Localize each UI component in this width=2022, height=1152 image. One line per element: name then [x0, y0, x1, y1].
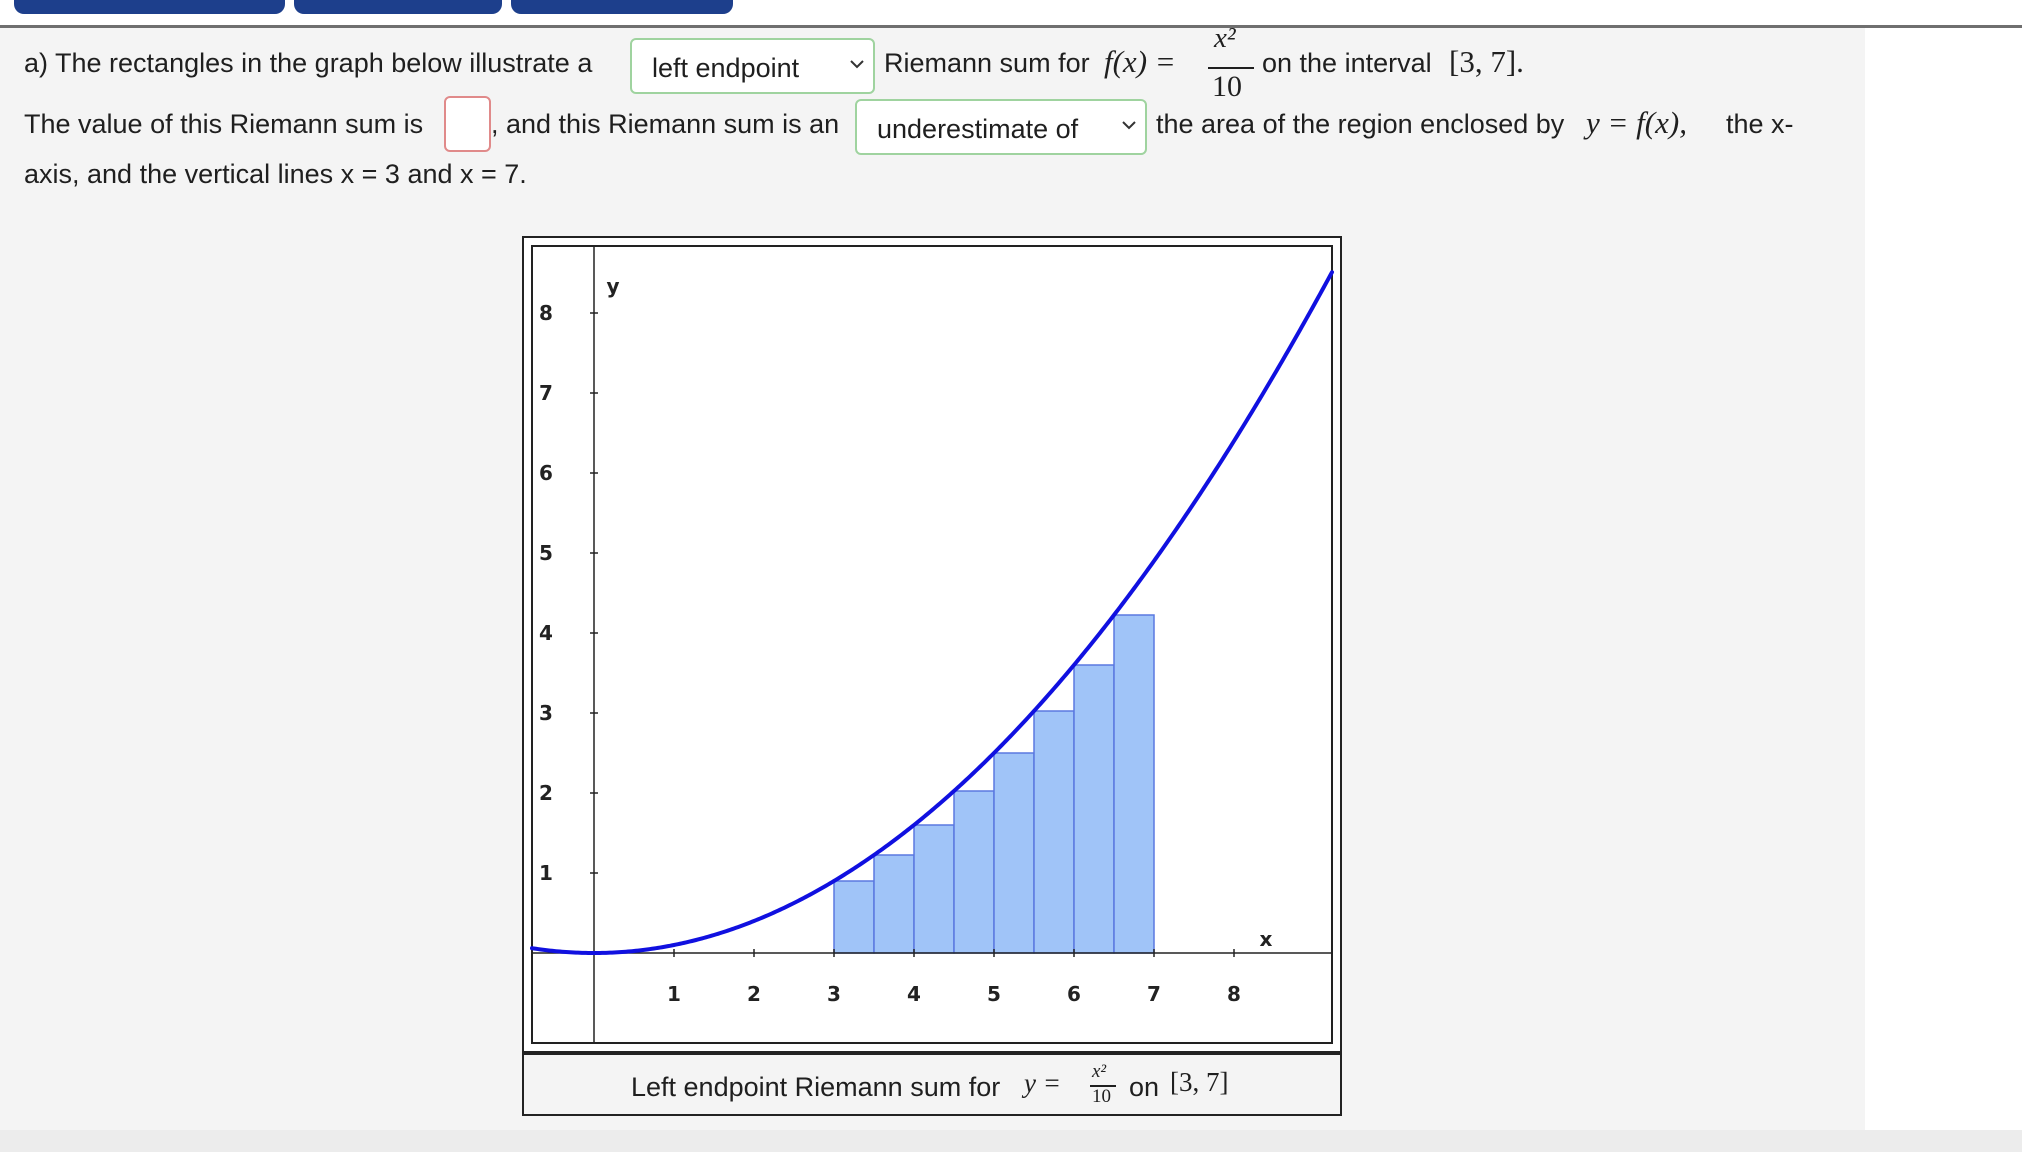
y-tick-label-4: 4 [539, 621, 553, 645]
right-panel [1865, 0, 2022, 1152]
caption-numerator: x² [1092, 1061, 1107, 1082]
riemann-graph: 1 2 3 4 5 6 7 8 1 2 3 4 5 6 7 8 x y [530, 245, 1334, 1044]
toolbar-button-2[interactable] [294, 0, 502, 14]
riemann-rectangle-8 [1113, 614, 1155, 954]
caption-y-eq: y = [1024, 1068, 1061, 1098]
riemann-sum-answer-input[interactable] [444, 96, 491, 152]
chevron-down-icon [1122, 121, 1136, 130]
x-axis-label: x [1260, 927, 1273, 951]
f-of-x: f(x) = [1104, 44, 1176, 79]
riemann-for-text: Riemann sum for [884, 48, 1090, 78]
estimate-select-value: underestimate of [877, 114, 1079, 144]
top-toolbar [0, 0, 2022, 28]
on-interval-text: on the interval [1262, 48, 1432, 78]
area-text: the area of the region enclosed by [1156, 109, 1565, 139]
y-tick-label-1: 1 [539, 861, 553, 885]
estimate-select[interactable]: underestimate of [855, 99, 1147, 155]
interval-value: [3, 7]. [1449, 44, 1524, 79]
riemann-rectangle-6 [1033, 710, 1075, 954]
caption-text: Left endpoint Riemann sum for [631, 1072, 1001, 1102]
method-select-value: left endpoint [652, 53, 800, 83]
graph-caption: Left endpoint Riemann sum for y = x² 10 … [522, 1053, 1342, 1116]
caption-on: on [1129, 1072, 1160, 1102]
x-tick-label-5: 5 [987, 982, 1001, 1006]
line3-text: axis, and the vertical lines x = 3 and x… [24, 159, 527, 189]
caption-interval: [3, 7] [1170, 1067, 1229, 1097]
x-tick-label-3: 3 [827, 982, 841, 1006]
toolbar-button-3[interactable] [511, 0, 733, 14]
toolbar-button-1[interactable] [14, 0, 285, 14]
x-tick-label-6: 6 [1067, 982, 1081, 1006]
riemann-rectangle-7 [1073, 664, 1115, 954]
value-prefix: The value of this Riemann sum is [24, 109, 424, 139]
y-tick-label-3: 3 [539, 701, 553, 725]
y-tick-label-2: 2 [539, 781, 553, 805]
fraction-numerator: x² [1214, 22, 1236, 54]
y-tick-label-8: 8 [539, 301, 553, 325]
x-tick-label-2: 2 [747, 982, 761, 1006]
y-equals-fx: y = f(x), [1586, 105, 1687, 140]
y-axis-label: y [606, 274, 619, 298]
question-prefix: a) The rectangles in the graph below ill… [24, 48, 593, 78]
riemann-rectangle-4 [953, 790, 995, 954]
riemann-rectangle-1 [833, 880, 875, 954]
y-tick-label-7: 7 [539, 381, 553, 405]
chevron-down-icon [850, 60, 864, 69]
method-select[interactable]: left endpoint [630, 38, 875, 94]
x-tick-label-8: 8 [1227, 982, 1241, 1006]
riemann-graph-frame: 1 2 3 4 5 6 7 8 1 2 3 4 5 6 7 8 x y [522, 236, 1342, 1053]
value-suffix: , and this Riemann sum is an [491, 109, 840, 139]
y-tick-label-6: 6 [539, 461, 553, 485]
caption-denominator: 10 [1092, 1086, 1111, 1107]
riemann-rectangle-3 [913, 824, 955, 954]
bottom-strip [0, 1130, 2022, 1152]
y-tick-label-5: 5 [539, 541, 553, 565]
the-x-text: the x- [1726, 109, 1794, 139]
fraction-bar [1208, 67, 1254, 69]
riemann-rectangle-2 [873, 854, 915, 954]
x-tick-label-7: 7 [1147, 982, 1161, 1006]
x-tick-label-1: 1 [667, 982, 681, 1006]
fraction-denominator: 10 [1212, 70, 1242, 103]
x-tick-label-4: 4 [907, 982, 921, 1006]
riemann-rectangle-5 [993, 752, 1035, 954]
